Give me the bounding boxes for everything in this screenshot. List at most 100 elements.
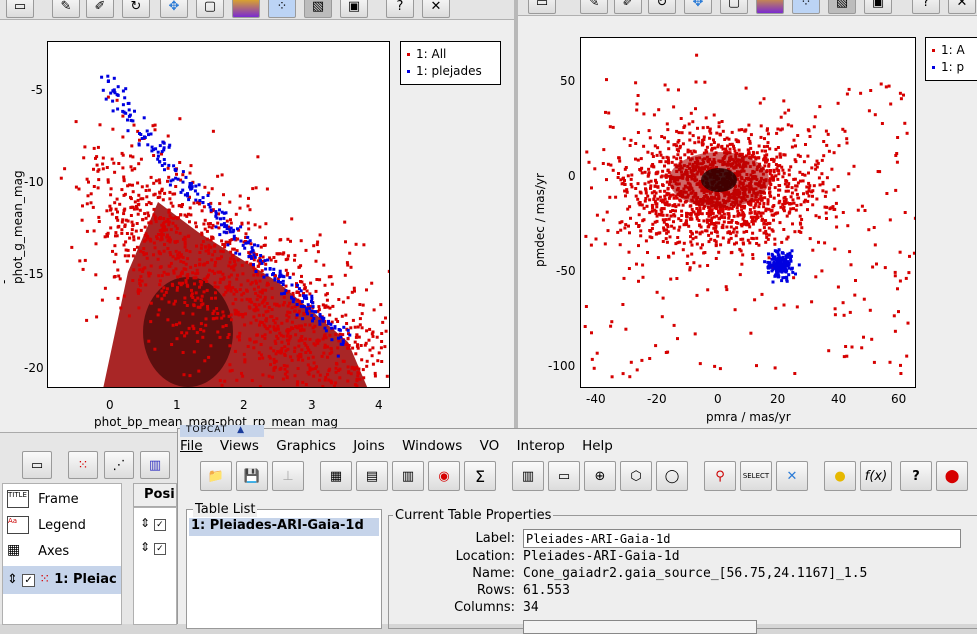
menu-joins[interactable]: Joins	[353, 438, 385, 454]
y-tick: -5	[31, 83, 43, 97]
table-data-icon[interactable]: ▦	[320, 461, 352, 491]
zoom-icon[interactable]: ✥	[160, 0, 188, 18]
select-from-icon[interactable]: SELECT	[740, 461, 772, 491]
prop-rows-key: Rows:	[476, 583, 515, 598]
density-icon[interactable]: ⁘	[268, 0, 296, 18]
cmd-plot[interactable]	[47, 41, 390, 388]
color-icon[interactable]	[232, 0, 260, 18]
menu-file[interactable]: File	[180, 438, 203, 454]
x-tick: 0	[714, 392, 722, 406]
pm-plot[interactable]	[580, 37, 916, 388]
legend-label-plejades: 1: p	[941, 60, 965, 74]
y-tick: -15	[24, 267, 44, 281]
tree-label-axes: Axes	[38, 543, 70, 559]
cross-match-icon[interactable]: ✕	[776, 461, 808, 491]
y-tick: -50	[556, 264, 576, 278]
table-properties-panel: Current Table Properties Label: Location…	[388, 508, 977, 634]
functions-icon[interactable]: f(x)	[860, 461, 892, 491]
draw-icon[interactable]: ✐	[614, 0, 642, 14]
highlight-icon[interactable]: ▢	[196, 0, 224, 18]
menu-bar: File Views Graphics Joins Windows VO Int…	[178, 438, 977, 456]
save-icon[interactable]: 💾	[236, 461, 268, 491]
tree-label-layer: 1: Pleiac	[54, 572, 117, 587]
window-menu-icon[interactable]: ▲	[237, 425, 245, 435]
y-tick: 50	[560, 74, 576, 88]
layer-checkbox[interactable]: ✓	[22, 574, 36, 587]
y-axis-label: -phot_g_mean_mag	[0, 170, 25, 284]
sphere-plot-icon[interactable]: ◯	[656, 461, 688, 491]
sky-plot-icon[interactable]: ⊕	[584, 461, 616, 491]
add-table-icon[interactable]: ▭	[22, 451, 52, 479]
toolbar-right: ▭ ✎ ✐ ↻ ✥ ▢ ⁘ ▧ ▣ ? ✕	[518, 0, 977, 16]
export-icon[interactable]: ▭	[6, 0, 34, 18]
activation-icon[interactable]: ●	[824, 461, 856, 491]
y-tick: -100	[548, 359, 576, 373]
help-icon[interactable]: ?	[912, 0, 940, 14]
row-handle-2[interactable]: ⇕ ✓	[140, 540, 166, 555]
draw-icon[interactable]: ✐	[86, 0, 114, 18]
prop-name-key: Name:	[472, 566, 515, 581]
table-list-item[interactable]: 1: Pleiades-ARI-Gaia-1d	[189, 518, 379, 536]
color-icon[interactable]	[756, 0, 784, 14]
topcat-window: TOPCAT ▲ File Views Graphics Joins Windo…	[177, 425, 977, 634]
columns-icon[interactable]: ▥	[392, 461, 424, 491]
help-icon[interactable]: ?	[386, 0, 414, 18]
tree-item-legend[interactable]: Aa Legend	[7, 516, 86, 534]
stats-icon[interactable]: Σ	[464, 461, 496, 491]
menu-windows[interactable]: Windows	[402, 438, 462, 454]
x-tick: 20	[770, 392, 786, 406]
prop-rows-val: 61.553	[523, 583, 570, 598]
label-field[interactable]	[523, 529, 961, 548]
table-meta-icon[interactable]: ▤	[356, 461, 388, 491]
histogram-icon[interactable]: ▥	[512, 461, 544, 491]
cube-plot-icon[interactable]: ⬡	[620, 461, 652, 491]
highlight-icon[interactable]: ▢	[720, 0, 748, 14]
window-title: TOPCAT	[186, 425, 228, 435]
refresh-icon[interactable]: ↻	[648, 0, 676, 14]
subset-icon[interactable]: ✎	[52, 0, 80, 18]
save-icon[interactable]: ▣	[340, 0, 368, 18]
close-icon[interactable]: ✕	[948, 0, 976, 14]
control-toolbar: ▭ ⁙ ⋰ ▥	[0, 441, 177, 481]
density-icon[interactable]: ⁘	[792, 0, 820, 14]
position-tab[interactable]: Posi	[133, 483, 177, 507]
tree-item-layer[interactable]: ⇕ ✓ ⁙ 1: Pleiac	[3, 566, 121, 594]
add-line-icon[interactable]: ⋰	[104, 451, 134, 479]
x-tick: 0	[106, 398, 114, 412]
add-histogram-icon[interactable]: ▥	[140, 451, 170, 479]
broadcast-icon[interactable]: ⊥	[272, 461, 304, 491]
menu-vo[interactable]: VO	[480, 438, 500, 454]
topcat-toolbar: 📁 💾 ⊥ ▦ ▤ ▥ ◉ Σ ▥ ▭ ⊕ ⬡ ◯ ⚲ SELECT ✕ ● f…	[178, 457, 977, 499]
zoom-icon[interactable]: ✥	[684, 0, 712, 14]
save-icon[interactable]: ▣	[864, 0, 892, 14]
subset-icon[interactable]: ✎	[580, 0, 608, 14]
menu-views[interactable]: Views	[220, 438, 259, 454]
layer-tree: TITLE Frame Aa Legend ▦ Axes ⇕ ✓ ⁙ 1: Pl…	[2, 483, 122, 625]
help-icon[interactable]: ?	[900, 461, 932, 491]
legend-label-all: 1: A	[941, 43, 965, 57]
prop-label-key: Label:	[475, 531, 515, 546]
plane-plot-icon[interactable]: ▭	[548, 461, 580, 491]
blob-icon[interactable]: ▧	[304, 0, 332, 18]
menu-interop[interactable]: Interop	[517, 438, 565, 454]
legend-dot-plejades	[407, 70, 410, 73]
exit-icon[interactable]: ⬤	[936, 461, 968, 491]
add-scatter-icon[interactable]: ⁙	[68, 451, 98, 479]
export-icon[interactable]: ▭	[528, 0, 556, 14]
x-tick: -40	[586, 392, 606, 406]
close-icon[interactable]: ✕	[422, 0, 450, 18]
subsets-icon[interactable]: ◉	[428, 461, 460, 491]
axes-icon: ▦	[7, 542, 21, 558]
drag-handle-icon[interactable]: ⇕	[7, 572, 18, 587]
sort-order-field[interactable]	[523, 620, 757, 634]
y-tick: 0	[568, 169, 576, 183]
row-handle-1[interactable]: ⇕ ✓	[140, 516, 166, 531]
tree-item-axes[interactable]: ▦ Axes	[7, 542, 69, 560]
tree-item-frame[interactable]: TITLE Frame	[7, 490, 79, 508]
blob-icon[interactable]: ▧	[828, 0, 856, 14]
refresh-icon[interactable]: ↻	[122, 0, 150, 18]
match-icon[interactable]: ⚲	[704, 461, 736, 491]
menu-help[interactable]: Help	[582, 438, 613, 454]
open-icon[interactable]: 📁	[200, 461, 232, 491]
menu-graphics[interactable]: Graphics	[276, 438, 336, 454]
